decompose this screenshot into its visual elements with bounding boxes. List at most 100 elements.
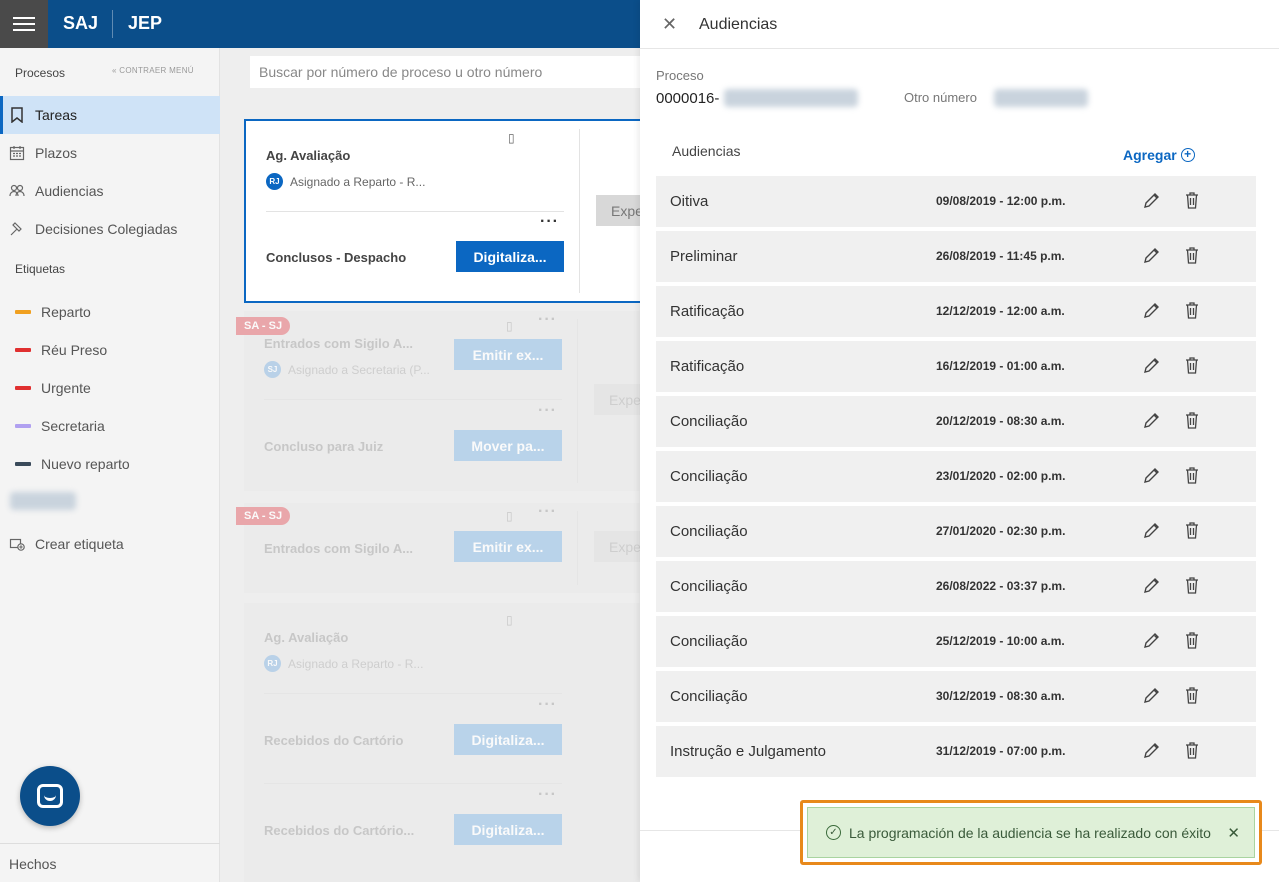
audiencia-name: Conciliação (670, 633, 748, 650)
assignee-label: Asignado a Reparto - R... (288, 656, 424, 671)
divider (577, 319, 578, 483)
edit-icon[interactable] (1142, 575, 1160, 595)
tag-label: Urgente (41, 380, 91, 396)
trash-icon[interactable] (1185, 411, 1199, 429)
plus-circle-icon: + (1180, 148, 1195, 162)
search-input[interactable]: Buscar por número de proceso u otro núme… (250, 56, 640, 88)
tag-nuevo-reparto[interactable]: Nuevo reparto (15, 456, 130, 472)
edit-icon[interactable] (1142, 300, 1160, 320)
mover-button[interactable]: Mover pa... (454, 430, 562, 461)
trash-icon[interactable] (1185, 686, 1199, 704)
emitir-button[interactable]: Emitir ex... (454, 531, 562, 562)
proceso-label: Proceso (656, 68, 704, 83)
digitalizar-button[interactable]: Digitaliza... (454, 724, 562, 755)
trash-icon[interactable] (1185, 576, 1199, 594)
sidebar-item-tareas[interactable]: Tareas (0, 96, 220, 134)
close-icon[interactable]: ✕ (1227, 824, 1240, 842)
digitalizar-button[interactable]: Digitaliza... (454, 814, 562, 845)
task-title: Recebidos do Cartório (264, 733, 404, 748)
audiencia-datetime: 23/01/2020 - 02:00 p.m. (936, 469, 1066, 483)
trash-icon[interactable] (1185, 631, 1199, 649)
sidebar-item-decisiones[interactable]: Decisiones Colegiadas (0, 210, 220, 248)
audiencia-datetime: 26/08/2019 - 11:45 p.m. (936, 249, 1065, 263)
tag-reparto[interactable]: Reparto (15, 304, 91, 320)
trash-icon[interactable] (1185, 521, 1199, 539)
toast-message: La programación de la audiencia se ha re… (849, 824, 1211, 841)
create-tag-button[interactable]: Crear etiqueta (0, 525, 220, 563)
chat-icon[interactable] (20, 766, 80, 826)
digitalizar-button[interactable]: Digitaliza... (456, 241, 564, 272)
edit-icon[interactable] (1142, 740, 1160, 760)
more-options-icon[interactable]: ··· (538, 503, 557, 521)
trash-icon[interactable] (1185, 301, 1199, 319)
menu-icon[interactable] (0, 0, 48, 48)
panel-title: Audiencias (699, 16, 778, 33)
edit-icon[interactable] (1142, 190, 1160, 210)
add-label: Agregar (1123, 147, 1177, 163)
divider (577, 511, 578, 585)
edit-icon[interactable] (1142, 465, 1160, 485)
sidebar-item-plazos[interactable]: Plazos (0, 134, 220, 172)
trash-icon[interactable] (1185, 356, 1199, 374)
task-card[interactable]: SA - SJ ▯ ··· Entrados com Sigilo A... E… (236, 503, 654, 593)
otro-numero-label: Otro número (904, 90, 977, 105)
audiencia-row: Conciliação 30/12/2019 - 08:30 a.m. (656, 671, 1256, 722)
task-card[interactable]: ▯ Ag. Avaliação RJ Asignado a Reparto - R… (244, 119, 656, 303)
edit-icon[interactable] (1142, 630, 1160, 650)
avatar: RJ (266, 173, 283, 190)
assignee: RJ Asignado a Reparto - R... (264, 655, 423, 672)
close-icon[interactable]: ✕ (662, 14, 677, 35)
document-icon[interactable]: ▯ (506, 509, 513, 523)
flag-badge: SA - SJ (236, 317, 291, 335)
tag-reu-preso[interactable]: Réu Preso (15, 342, 107, 358)
audiencia-row: Conciliação 25/12/2019 - 10:00 a.m. (656, 616, 1256, 667)
trash-icon[interactable] (1185, 466, 1199, 484)
tag-label: Secretaria (41, 418, 105, 434)
more-options-icon[interactable]: ··· (538, 786, 557, 804)
more-options-icon[interactable]: ··· (538, 402, 557, 420)
more-options-icon[interactable]: ··· (540, 213, 559, 231)
task-card[interactable]: ▯ Ag. Avaliação RJ Asignado a Reparto - R… (244, 603, 644, 882)
tag-secretaria[interactable]: Secretaria (15, 418, 105, 434)
document-icon[interactable]: ▯ (506, 613, 513, 627)
brand-jep[interactable]: JEP (128, 13, 162, 34)
sidebar-footer-hechos[interactable]: Hechos (0, 843, 220, 882)
success-toast: ✓ La programación de la audiencia se ha … (800, 800, 1262, 865)
sidebar-item-audiencias[interactable]: Audiencias (0, 172, 220, 210)
audiencia-datetime: 30/12/2019 - 08:30 a.m. (936, 689, 1065, 703)
avatar: RJ (264, 655, 281, 672)
tag-color-swatch (15, 310, 31, 314)
edit-icon[interactable] (1142, 245, 1160, 265)
assignee: SJ Asignado a Secretaria (P... (264, 361, 430, 378)
tags-title: Etiquetas (15, 262, 66, 276)
calendar-icon (9, 145, 25, 161)
document-icon[interactable]: ▯ (508, 131, 515, 145)
task-title: Ag. Avaliação (266, 148, 351, 163)
audiencia-datetime: 09/08/2019 - 12:00 p.m. (936, 194, 1066, 208)
assignee: RJ Asignado a Reparto - R... (266, 173, 425, 190)
audiencia-name: Conciliação (670, 578, 748, 595)
emitir-button[interactable]: Emitir ex... (454, 339, 562, 370)
edit-icon[interactable] (1142, 410, 1160, 430)
trash-icon[interactable] (1185, 741, 1199, 759)
trash-icon[interactable] (1185, 246, 1199, 264)
task-card[interactable]: SA - SJ ▯ ··· Entrados com Sigilo A... E… (236, 311, 654, 491)
tag-urgente[interactable]: Urgente (15, 380, 91, 396)
audiencia-datetime: 12/12/2019 - 12:00 a.m. (936, 304, 1065, 318)
document-icon[interactable]: ▯ (506, 319, 513, 333)
more-options-icon[interactable]: ··· (538, 311, 557, 329)
edit-icon[interactable] (1142, 355, 1160, 375)
audiencia-row: Ratificação 12/12/2019 - 12:00 a.m. (656, 286, 1256, 337)
more-options-icon[interactable]: ··· (538, 696, 557, 714)
trash-icon[interactable] (1185, 191, 1199, 209)
brand-saj[interactable]: SAJ (63, 13, 98, 34)
top-bar: SAJ JEP (0, 0, 640, 48)
divider (266, 211, 564, 212)
task-title: Concluso para Juiz (264, 439, 384, 454)
collapse-menu-button[interactable]: « CONTRAER MENÚ (112, 66, 194, 75)
add-audiencia-button[interactable]: Agregar + (1123, 147, 1195, 163)
assignee-label: Asignado a Reparto - R... (290, 174, 426, 189)
edit-icon[interactable] (1142, 520, 1160, 540)
edit-icon[interactable] (1142, 685, 1160, 705)
audiencia-name: Conciliação (670, 468, 748, 485)
